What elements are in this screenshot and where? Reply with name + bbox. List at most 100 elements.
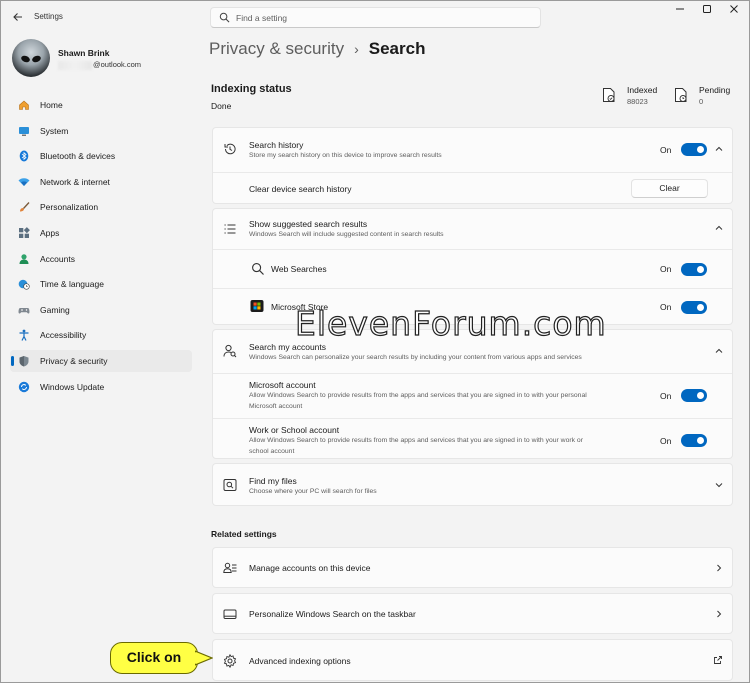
- sidebar-item-home[interactable]: Home: [10, 94, 192, 116]
- history-icon: [224, 143, 236, 155]
- brush-icon: [20, 202, 30, 212]
- indexed-label: Indexed: [627, 85, 658, 95]
- personalize-search-label: Personalize Windows Search on the taskba…: [249, 609, 416, 619]
- sidebar-item-system[interactable]: System: [10, 120, 192, 142]
- web-searches-row: Web Searches On: [213, 249, 732, 288]
- search-input[interactable]: [236, 10, 526, 25]
- back-button[interactable]: [9, 9, 27, 25]
- web-searches-state: On: [660, 264, 672, 274]
- apps-icon: [19, 227, 30, 238]
- microsoft-store-icon: [250, 300, 264, 312]
- microsoft-account-title: Microsoft account: [249, 380, 316, 390]
- sidebar-nav: Home System Bluetooth & devices Network …: [10, 94, 192, 401]
- microsoft-account-state: On: [660, 391, 672, 401]
- close-button[interactable]: [717, 1, 750, 25]
- web-searches-toggle[interactable]: [681, 263, 707, 276]
- find-my-files-desc: Choose where your PC will search for fil…: [249, 488, 377, 495]
- work-account-desc-line1: Allow Windows Search to provide results …: [249, 437, 583, 444]
- breadcrumb: Privacy & security › Search: [209, 39, 425, 59]
- shield-icon: [19, 355, 29, 367]
- work-account-title: Work or School account: [249, 425, 340, 435]
- manage-accounts-icon: [223, 562, 237, 573]
- sidebar-item-label: Home: [40, 100, 63, 110]
- find-my-files-card[interactable]: Find my files Choose where your PC will …: [212, 463, 733, 506]
- advanced-indexing-link[interactable]: Advanced indexing options: [212, 639, 733, 681]
- indexed-count: 88023: [627, 97, 648, 106]
- monitor-icon: [19, 126, 29, 136]
- sidebar-item-accessibility[interactable]: Accessibility: [10, 324, 192, 346]
- minimize-icon: [676, 8, 684, 10]
- sidebar-item-time-language[interactable]: Time & language: [10, 273, 192, 295]
- sidebar-item-personalization[interactable]: Personalization: [10, 196, 192, 218]
- chevron-up-icon[interactable]: [714, 144, 724, 154]
- personalize-search-link[interactable]: Personalize Windows Search on the taskba…: [212, 593, 733, 634]
- sidebar-item-windows-update[interactable]: Windows Update: [10, 376, 192, 398]
- search-history-row[interactable]: Search history Store my search history o…: [213, 128, 732, 172]
- app-title: Settings: [34, 12, 63, 21]
- indexing-status-title: Indexing status: [211, 83, 292, 95]
- search-accounts-card: Search my accounts Windows Search can pe…: [212, 329, 733, 459]
- microsoft-store-toggle[interactable]: [681, 301, 707, 314]
- chevron-up-icon[interactable]: [714, 223, 724, 233]
- manage-accounts-link[interactable]: Manage accounts on this device: [212, 547, 733, 588]
- sidebar-item-label: Apps: [40, 227, 60, 238]
- gear-icon: [223, 654, 237, 668]
- microsoft-account-row: Microsoft account Allow Windows Search t…: [213, 373, 732, 418]
- settings-search-box[interactable]: [210, 7, 541, 28]
- sidebar-item-label: Privacy & security: [40, 355, 108, 366]
- work-account-toggle[interactable]: [681, 434, 707, 447]
- breadcrumb-separator: ›: [354, 41, 359, 57]
- work-account-desc-line2: school account: [249, 447, 295, 455]
- search-icon: [252, 263, 264, 275]
- clear-history-label: Clear device search history: [249, 184, 352, 194]
- pending-document-icon: [675, 88, 687, 102]
- avatar: [12, 39, 50, 77]
- find-my-files-title: Find my files: [249, 476, 297, 486]
- microsoft-account-toggle[interactable]: [681, 389, 707, 402]
- redacted-email-block: [58, 60, 92, 70]
- profile-name: Shawn Brink: [58, 48, 110, 58]
- sidebar-item-bluetooth[interactable]: Bluetooth & devices: [10, 145, 192, 167]
- settings-window: Settings Shawn Brink @outlook.com Home: [0, 0, 750, 683]
- sidebar-item-privacy-security[interactable]: Privacy & security: [10, 349, 192, 372]
- sidebar-item-apps[interactable]: Apps: [10, 222, 192, 244]
- search-history-title: Search history: [249, 140, 304, 150]
- search-history-toggle[interactable]: [681, 143, 707, 156]
- list-icon: [224, 224, 236, 234]
- profile-email-domain: @outlook.com: [93, 60, 142, 69]
- manage-accounts-label: Manage accounts on this device: [249, 563, 371, 573]
- gamepad-icon: [18, 307, 30, 314]
- search-history-state: On: [660, 145, 672, 155]
- microsoft-store-state: On: [660, 302, 672, 312]
- suggested-results-row[interactable]: Show suggested search results Windows Se…: [213, 209, 732, 249]
- accounts-icon: [19, 253, 29, 264]
- work-account-state: On: [660, 436, 672, 446]
- microsoft-account-desc-line2: Microsoft account: [249, 402, 303, 410]
- search-accounts-title: Search my accounts: [249, 342, 327, 352]
- bluetooth-icon: [19, 150, 29, 162]
- work-account-row: Work or School account Allow Windows Sea…: [213, 418, 732, 459]
- advanced-indexing-label: Advanced indexing options: [249, 656, 351, 666]
- sidebar-item-label: Time & language: [40, 279, 104, 290]
- chevron-up-icon[interactable]: [714, 346, 724, 356]
- sidebar-item-network[interactable]: Network & internet: [10, 171, 192, 193]
- chevron-right-icon: [717, 610, 722, 618]
- accessibility-icon: [19, 329, 29, 342]
- home-icon: [19, 100, 29, 110]
- arrow-left-icon: [13, 13, 22, 21]
- chevron-right-icon: [717, 564, 722, 572]
- external-link-icon: [714, 656, 722, 664]
- search-accounts-row[interactable]: Search my accounts Windows Search can pe…: [213, 330, 732, 373]
- taskbar-icon: [223, 609, 237, 619]
- microsoft-store-label: Microsoft Store: [271, 302, 329, 312]
- page-title: Search: [368, 39, 426, 58]
- related-settings-title: Related settings: [211, 529, 277, 539]
- user-profile[interactable]: Shawn Brink @outlook.com: [12, 39, 202, 79]
- clear-button[interactable]: Clear: [631, 179, 708, 198]
- sidebar-item-accounts[interactable]: Accounts: [10, 248, 192, 270]
- sidebar-item-gaming[interactable]: Gaming: [10, 299, 192, 321]
- search-icon: [219, 12, 230, 23]
- microsoft-account-desc-line1: Allow Windows Search to provide results …: [249, 392, 587, 399]
- suggested-results-card: Show suggested search results Windows Se…: [212, 208, 733, 325]
- breadcrumb-parent[interactable]: Privacy & security: [209, 39, 344, 58]
